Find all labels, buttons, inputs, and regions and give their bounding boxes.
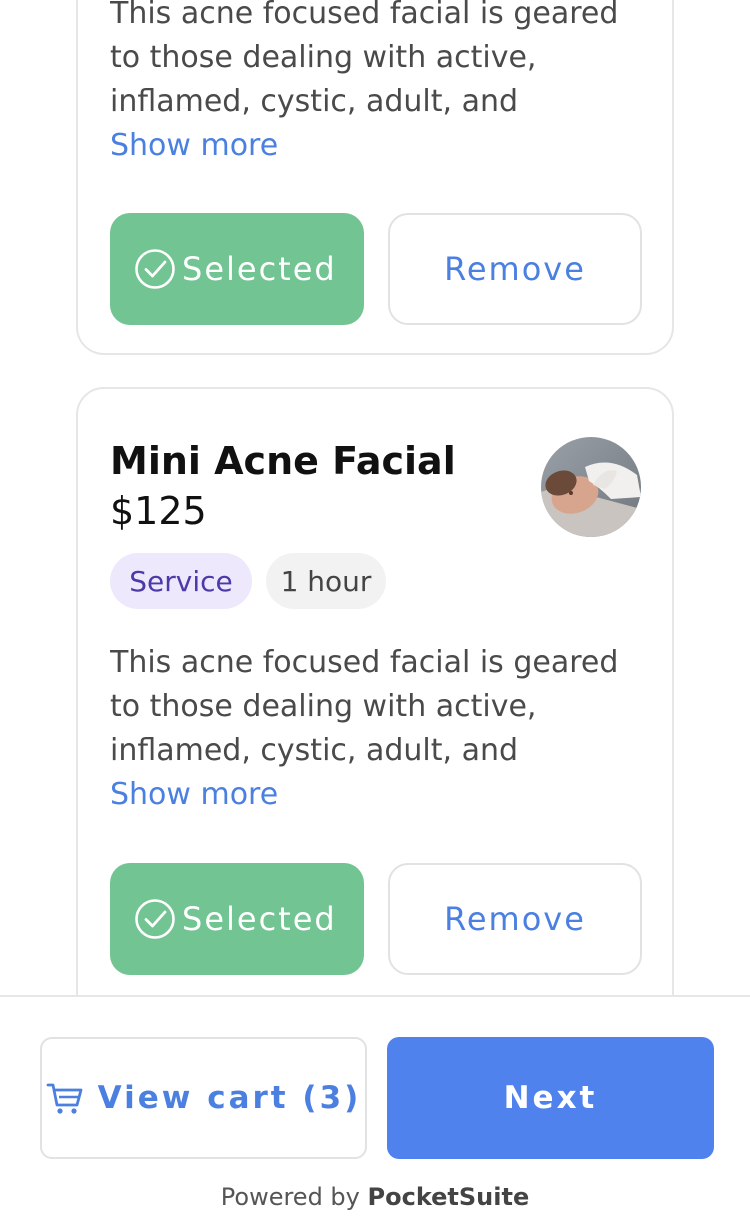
description-line: inflamed, cystic, adult, and — [110, 733, 519, 768]
service-description: This acne focused facial is geared to th… — [110, 641, 655, 773]
service-card: This acne focused facial is geared to th… — [76, 0, 674, 355]
remove-button[interactable]: Remove — [388, 863, 642, 975]
service-thumbnail — [541, 437, 641, 537]
show-more-link[interactable]: Show more — [110, 773, 278, 817]
remove-button[interactable]: Remove — [388, 213, 642, 325]
next-button[interactable]: Next — [387, 1037, 714, 1159]
powered-by: Powered by PocketSuite — [0, 1183, 750, 1211]
description-line: This acne focused facial is geared — [110, 0, 619, 31]
description-line: to those dealing with active, — [110, 40, 537, 75]
check-circle-icon — [135, 899, 175, 939]
description-line: This acne focused facial is geared — [110, 645, 619, 680]
shopping-cart-icon — [46, 1083, 83, 1114]
powered-by-prefix: Powered by — [220, 1183, 360, 1211]
service-description: This acne focused facial is geared to th… — [110, 0, 655, 124]
selected-button[interactable]: Selected — [110, 213, 364, 325]
service-type-tag: Service — [110, 553, 252, 609]
service-title: Mini Acne Facial — [110, 439, 456, 483]
service-price: $125 — [110, 489, 207, 533]
view-cart-button[interactable]: View cart (3) — [40, 1037, 367, 1159]
selected-label: Selected — [182, 250, 337, 288]
description-line: inflamed, cystic, adult, and — [110, 84, 519, 119]
show-more-link[interactable]: Show more — [110, 124, 278, 168]
facial-photo-image — [541, 437, 641, 537]
checkout-footer: View cart (3) Next Powered by PocketSuit… — [0, 995, 750, 1225]
powered-by-brand[interactable]: PocketSuite — [368, 1183, 530, 1211]
selected-button[interactable]: Selected — [110, 863, 364, 975]
service-card: Mini Acne Facial $125 Service 1 hour Thi… — [76, 387, 674, 1027]
duration-tag: 1 hour — [266, 553, 386, 609]
check-circle-icon — [135, 249, 175, 289]
view-cart-label: View cart (3) — [97, 1080, 362, 1116]
selected-label: Selected — [182, 900, 337, 938]
description-line: to those dealing with active, — [110, 689, 537, 724]
